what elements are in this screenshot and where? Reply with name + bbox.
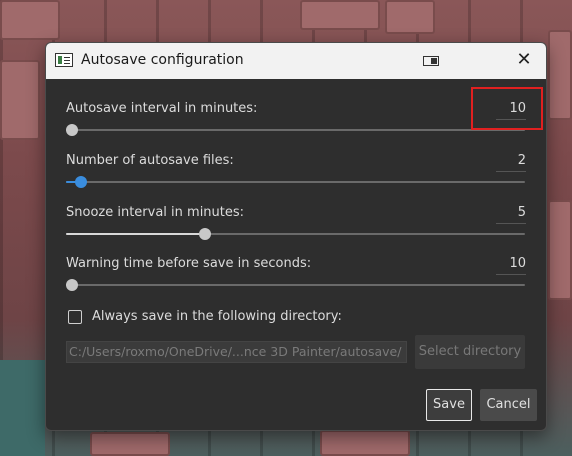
background-brick xyxy=(320,430,410,456)
warning-time-slider-thumb[interactable] xyxy=(66,279,78,291)
warning-time-value-underline xyxy=(496,274,526,275)
close-icon[interactable]: ✕ xyxy=(514,50,534,70)
background-brick xyxy=(300,0,380,30)
background-brick xyxy=(90,432,170,456)
snooze-interval-value-underline xyxy=(496,223,526,224)
autosave-files-label: Number of autosave files: xyxy=(66,153,234,168)
autosave-interval-slider-thumb[interactable] xyxy=(66,124,78,136)
autosave-files-slider[interactable] xyxy=(66,176,525,188)
always-save-directory-label[interactable]: Always save in the following directory: xyxy=(92,309,342,324)
background-brick xyxy=(548,200,572,300)
autosave-files-value[interactable]: 2 xyxy=(486,153,526,168)
background-brick xyxy=(385,0,435,34)
snap-layout-icon[interactable] xyxy=(423,56,439,66)
highlight-box xyxy=(471,87,543,130)
background-brick xyxy=(0,60,40,140)
warning-time-value[interactable]: 10 xyxy=(486,256,526,271)
autosave-files-value-underline xyxy=(496,171,526,172)
autosave-interval-slider[interactable] xyxy=(66,124,525,136)
save-button[interactable]: Save xyxy=(426,389,472,421)
snooze-interval-label: Snooze interval in minutes: xyxy=(66,205,245,220)
window-title: Autosave configuration xyxy=(81,52,244,68)
snooze-interval-slider-thumb[interactable] xyxy=(199,228,212,240)
background-brick xyxy=(548,30,572,120)
cancel-button[interactable]: Cancel xyxy=(480,389,537,421)
always-save-directory-checkbox[interactable] xyxy=(68,310,82,324)
snooze-interval-slider[interactable] xyxy=(66,228,525,240)
background-water xyxy=(0,360,45,456)
warning-time-slider[interactable] xyxy=(66,279,525,291)
warning-time-label: Warning time before save in seconds: xyxy=(66,256,312,271)
autosave-interval-label: Autosave interval in minutes: xyxy=(66,101,258,116)
background-brick xyxy=(0,0,60,40)
directory-path-field[interactable]: C:/Users/roxmo/OneDrive/...nce 3D Painte… xyxy=(66,341,407,363)
title-bar[interactable]: Autosave configuration ✕ xyxy=(46,43,546,79)
snooze-interval-slider-fill xyxy=(66,233,206,235)
select-directory-button[interactable]: Select directory xyxy=(415,335,525,369)
autosave-dialog: Autosave configuration ✕ Autosave interv… xyxy=(45,42,547,431)
snooze-interval-value[interactable]: 5 xyxy=(486,205,526,220)
app-window-icon xyxy=(55,53,73,67)
autosave-files-slider-thumb[interactable] xyxy=(75,176,88,188)
